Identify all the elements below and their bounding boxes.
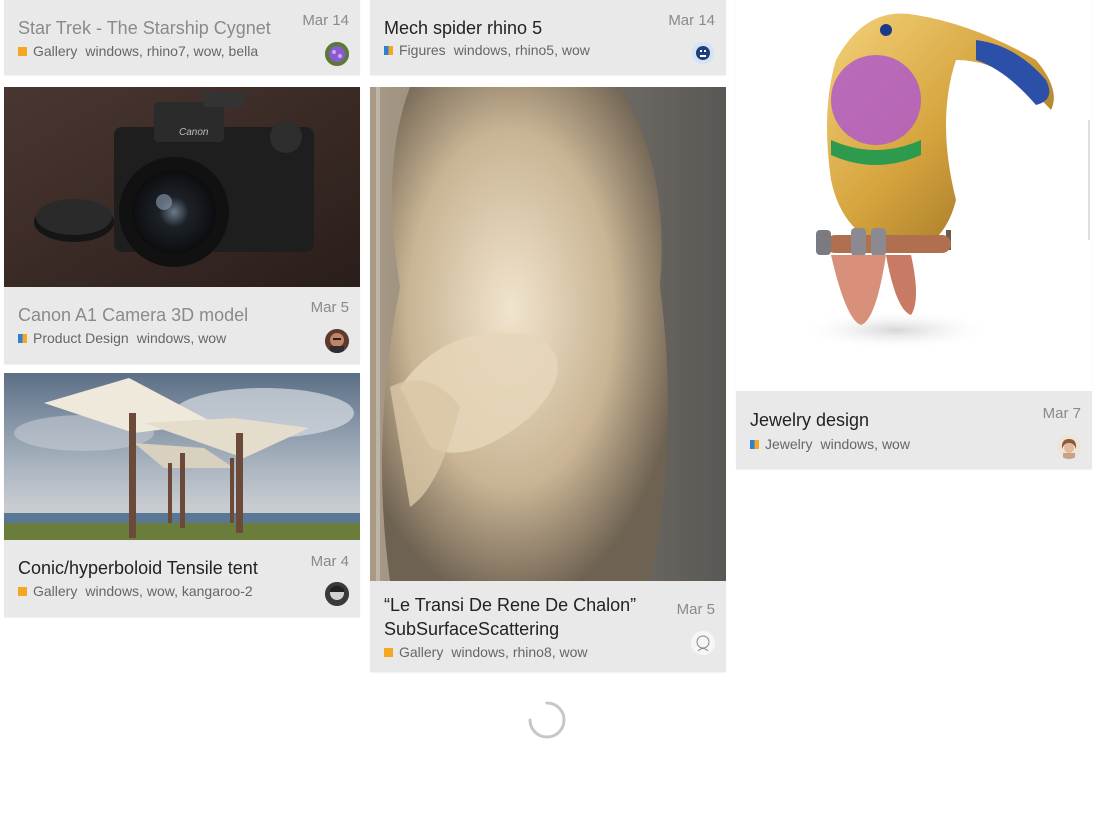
category-label[interactable]: Gallery [33,583,77,599]
post-category[interactable]: Gallery windows, rhino8, wow [384,644,588,660]
post-date: Mar 14 [302,12,349,29]
post-date: Mar 5 [310,299,349,316]
author-avatar[interactable] [691,41,715,65]
post-title[interactable]: Canon A1 Camera 3D model [18,303,248,327]
post-title[interactable]: Mech spider rhino 5 [384,16,542,40]
post-card-le-transi[interactable]: “Le Transi De Rene De Chalon” SubSurface… [370,87,726,672]
category-label[interactable]: Figures [399,42,446,58]
category-label[interactable]: Gallery [33,43,77,59]
post-category[interactable]: Figures windows, rhino5, wow [384,42,590,58]
tags-label[interactable]: windows, rhino5, wow [454,42,590,58]
post-card-mech-spider[interactable]: Mech spider rhino 5 Mar 14 Figures windo… [370,0,726,75]
post-date: Mar 4 [310,553,349,570]
author-avatar[interactable] [325,329,349,353]
tags-label[interactable]: windows, rhino8, wow [451,644,587,660]
post-card-jewelry[interactable]: Jewelry design Mar 7 Jewelry windows, wo… [736,0,1092,469]
author-avatar[interactable] [325,42,349,66]
category-label[interactable]: Jewelry [765,436,812,452]
svg-text:Canon: Canon [179,127,209,138]
post-title[interactable]: “Le Transi De Rene De Chalon” SubSurface… [384,593,654,641]
post-thumbnail[interactable]: Canon [4,87,360,287]
category-label[interactable]: Product Design [33,330,129,346]
post-date: Mar 5 [676,601,715,618]
post-category[interactable]: Gallery windows, rhino7, wow, bella [18,43,258,59]
post-title[interactable]: Jewelry design [750,408,869,432]
post-card-tensile-tent[interactable]: Conic/hyperboloid Tensile tent Mar 4 Gal… [4,373,360,617]
post-card-canon-camera[interactable]: Canon Canon A1 Camera 3D model Mar 5 Pro… [4,87,360,364]
category-swatch-icon [384,647,393,657]
category-swatch-icon [750,439,759,449]
post-category[interactable]: Product Design windows, wow [18,330,226,346]
post-title[interactable]: Star Trek - The Starship Cygnet [18,16,271,40]
post-date: Mar 14 [668,12,715,29]
category-swatch-icon [18,333,27,343]
author-avatar[interactable] [325,582,349,606]
category-swatch-icon [384,45,393,55]
post-category[interactable]: Jewelry windows, wow [750,436,910,452]
tags-label[interactable]: windows, wow [137,330,226,346]
post-date: Mar 7 [1042,405,1081,422]
category-swatch-icon [18,46,27,56]
category-label[interactable]: Gallery [399,644,443,660]
post-thumbnail[interactable] [736,0,1092,391]
post-title[interactable]: Conic/hyperboloid Tensile tent [18,556,258,580]
category-swatch-icon [18,586,27,596]
author-avatar[interactable] [1057,435,1081,459]
post-category[interactable]: Gallery windows, wow, kangaroo-2 [18,583,253,599]
tags-label[interactable]: windows, wow, kangaroo-2 [85,583,252,599]
post-card-star-trek[interactable]: Star Trek - The Starship Cygnet Mar 14 G… [4,0,360,75]
tags-label[interactable]: windows, rhino7, wow, bella [85,43,258,59]
post-thumbnail[interactable] [370,87,726,581]
author-avatar[interactable] [691,631,715,655]
post-thumbnail[interactable] [4,373,360,540]
loading-spinner-icon [528,701,566,739]
tags-label[interactable]: windows, wow [820,436,909,452]
